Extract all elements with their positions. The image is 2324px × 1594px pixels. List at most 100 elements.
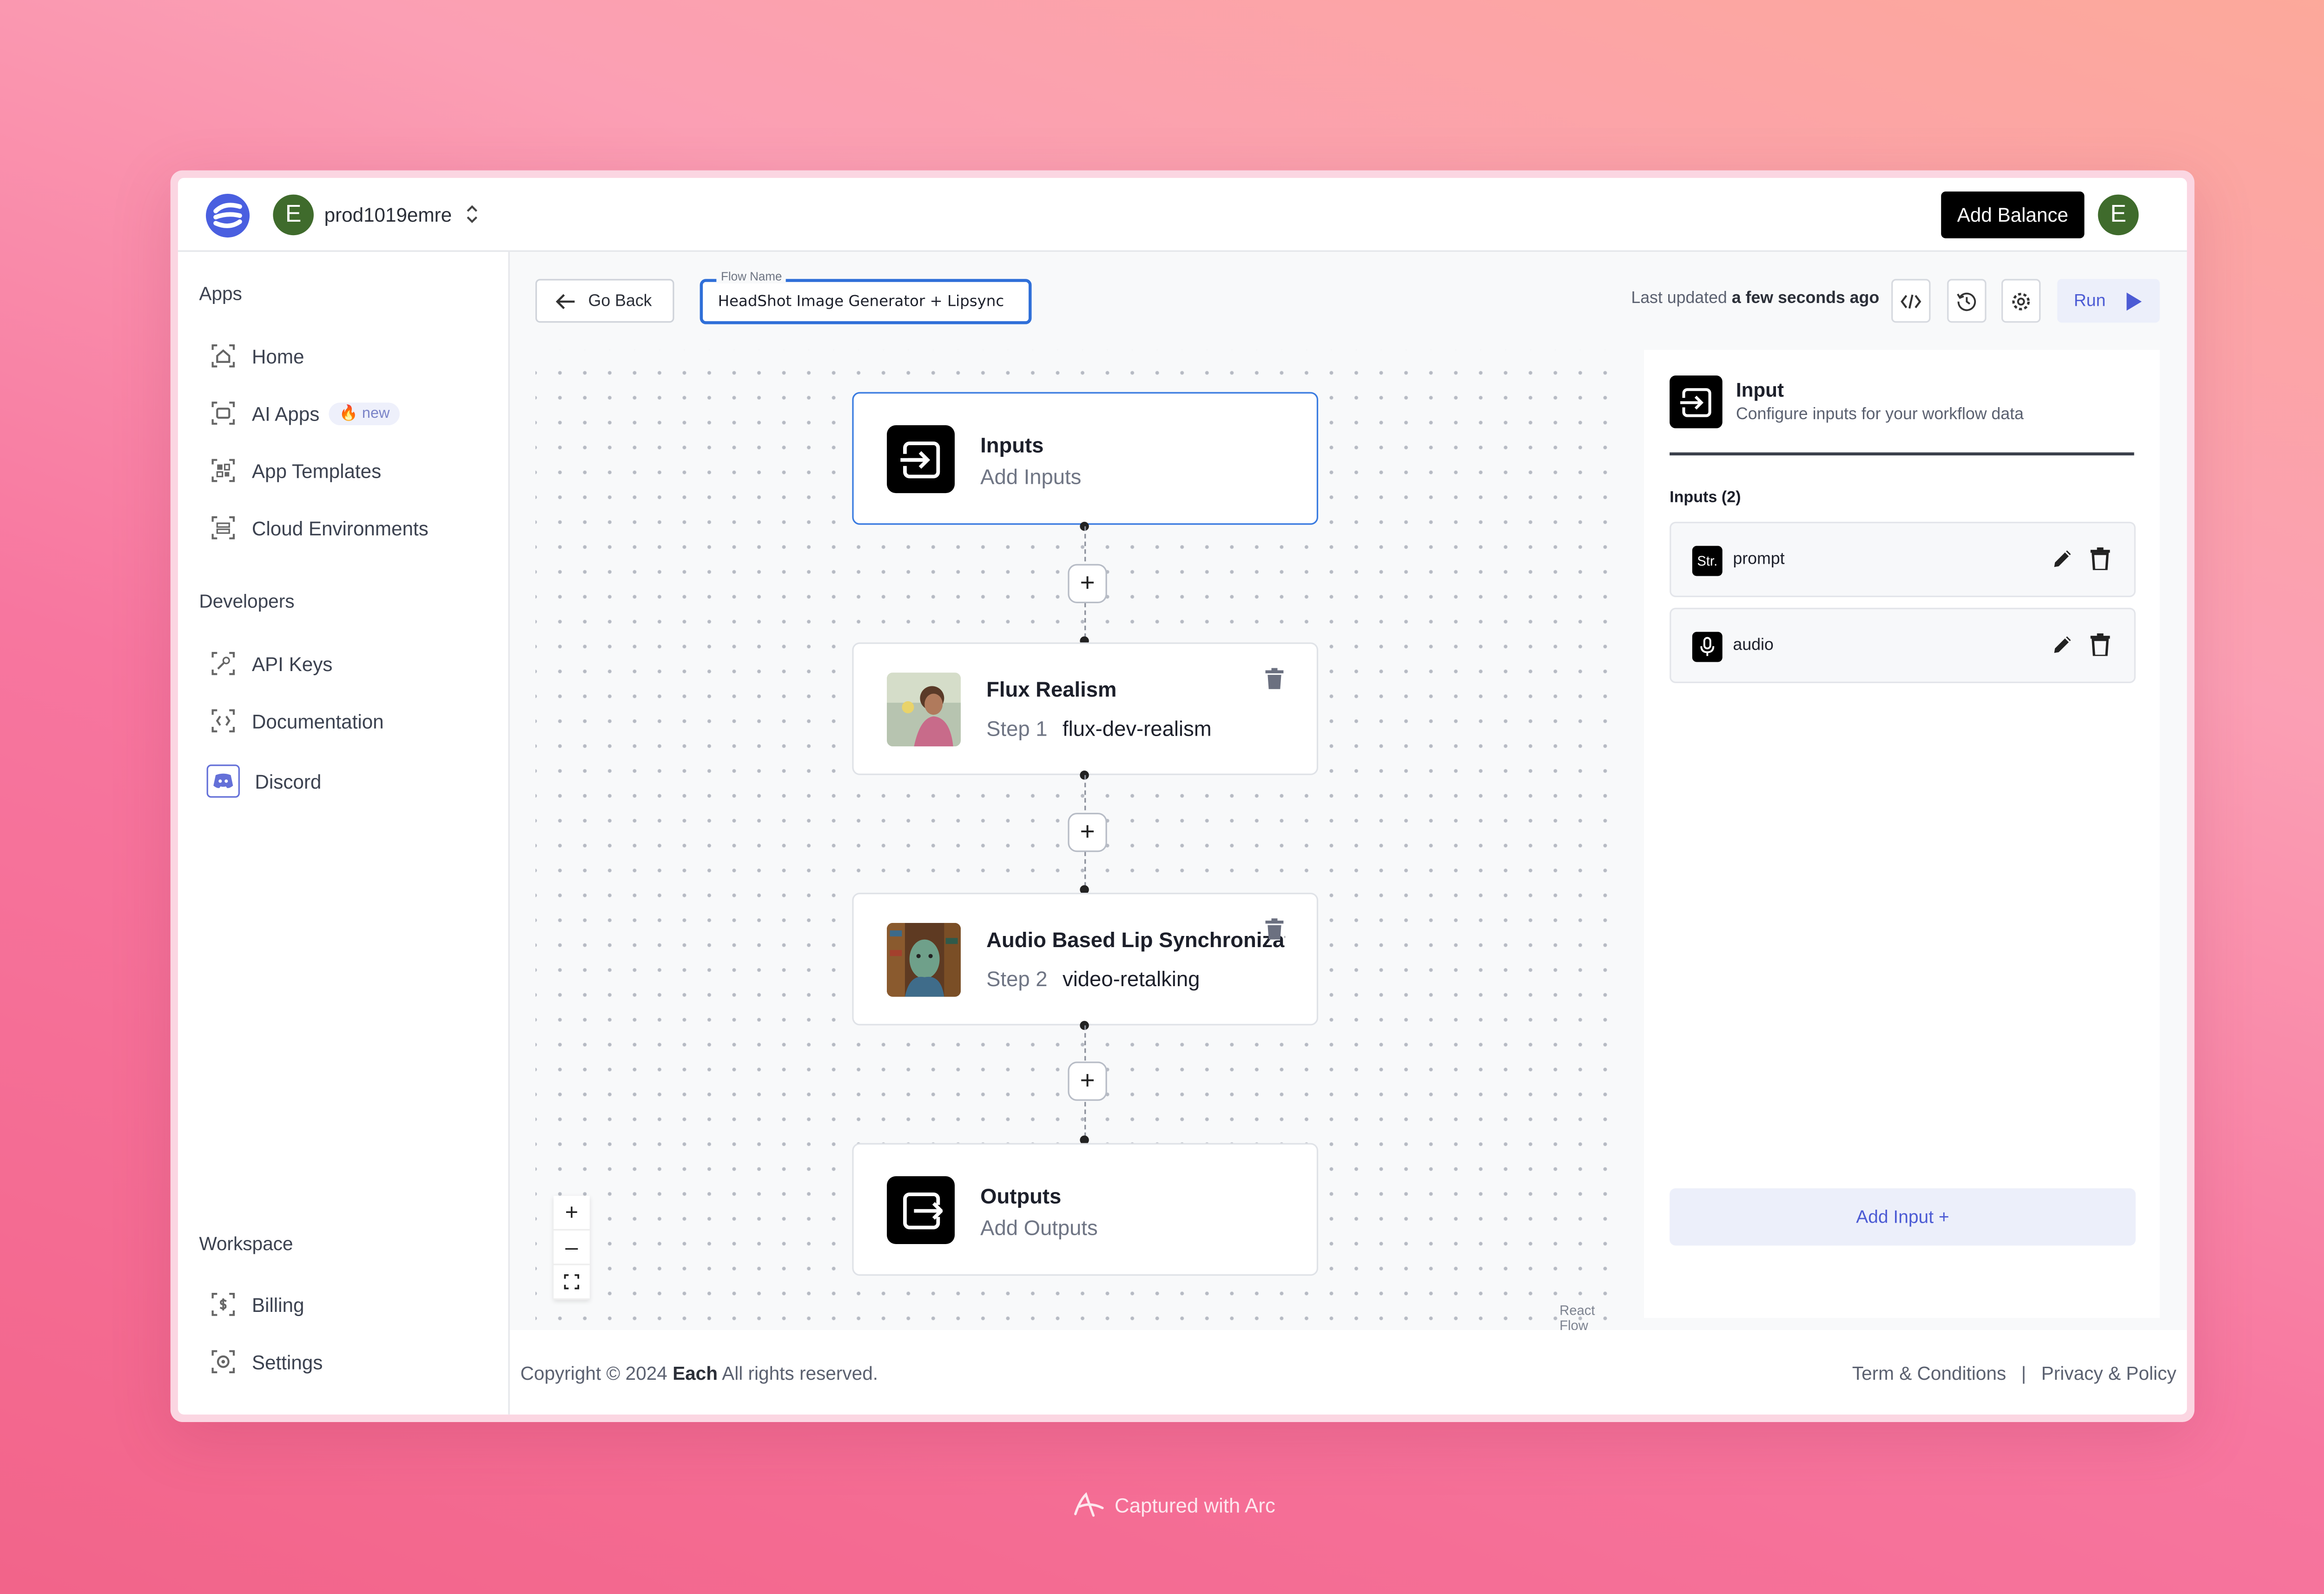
inputs-node[interactable]: Inputs Add Inputs [852,392,1319,525]
play-icon [2126,291,2142,310]
sidebar-item-label: AI Apps [251,402,320,425]
docs-icon [210,707,237,734]
plus-icon: + [1080,817,1095,846]
sidebar-section-developers: Developers [199,591,295,613]
trash-icon[interactable] [2090,547,2110,570]
last-updated-text: Last updated a few seconds ago [1631,290,1879,308]
capture-label: Captured with Arc [1114,1494,1275,1516]
step-node[interactable]: Flux Realism Step 1 flux-dev-realism [852,642,1319,775]
workspace-avatar[interactable]: E [273,194,314,236]
fit-view-icon [564,1274,580,1290]
input-icon [887,425,955,494]
zoom-out-button[interactable]: – [553,1231,590,1265]
add-input-button[interactable]: Add Input + [1670,1188,2136,1246]
code-icon [1901,294,1921,308]
add-step-button[interactable]: + [1068,1061,1107,1101]
plus-icon: + [1080,568,1095,597]
react-flow-attribution[interactable]: React Flow [1559,1303,1621,1333]
arc-capture-caption: Captured with Arc [1072,1491,1275,1518]
history-button[interactable] [1947,279,1987,323]
settings-button[interactable] [2001,279,2041,323]
sidebar-item-documentation[interactable]: Documentation [210,703,384,739]
flux-realism-thumbnail [887,672,961,747]
fire-icon: 🔥 [339,405,358,422]
sidebar-item-label: Documentation [251,709,384,732]
code-button[interactable] [1891,279,1931,323]
terms-link[interactable]: Term & Conditions [1852,1363,2006,1384]
top-bar: E prod1019emre Add Balance E [178,178,2187,252]
sidebar-item-label: Cloud Environments [251,516,429,540]
input-row[interactable]: Str. prompt [1670,521,2136,597]
sidebar-item-billing[interactable]: Billing [210,1286,304,1323]
outputs-node[interactable]: Outputs Add Outputs [852,1143,1319,1276]
step-label: Step 2 [986,966,1048,991]
gear-icon [210,1348,237,1375]
node-subtitle: Add Inputs [980,464,1082,489]
panel-description: Configure inputs for your workflow data [1736,405,2024,424]
add-balance-button[interactable]: Add Balance [1941,191,2085,238]
zoom-controls: + – [553,1196,590,1300]
string-type-icon: Str. [1692,546,1723,576]
ai-apps-icon [210,400,237,427]
sidebar-section-apps: Apps [199,283,242,305]
arc-logo-icon [1074,1492,1104,1517]
add-step-button[interactable]: + [1068,564,1107,603]
flow-name-label: Flow Name [716,270,787,284]
input-name: audio [1733,636,1774,655]
trash-icon[interactable] [1265,668,1284,689]
node-subtitle: Step 2 video-retalking [986,967,1200,991]
pencil-icon[interactable] [2051,547,2074,570]
flow-canvas[interactable]: Inputs Add Inputs + Flux Realism Step 1 f… [535,349,1622,1333]
node-title: Inputs [980,433,1044,457]
run-label: Run [2073,291,2106,310]
run-button[interactable]: Run [2057,279,2160,323]
output-icon [887,1176,955,1245]
microphone-icon [1692,632,1723,662]
sidebar-item-home[interactable]: Home [210,338,304,374]
brand-name: Each [673,1363,718,1384]
app-logo-icon[interactable] [205,193,250,238]
step-node[interactable]: Audio Based Lip Synchronization Step 2 vi… [852,892,1319,1026]
app-root: E prod1019emre Add Balance E Apps Home A… [178,178,2187,1415]
sidebar-item-settings[interactable]: Settings [210,1344,323,1380]
sidebar-item-label: Discord [255,770,322,793]
new-badge: 🔥 new [328,402,401,425]
sidebar-item-cloud-environments[interactable]: Cloud Environments [210,510,429,546]
new-badge-label: new [362,405,390,422]
add-step-button[interactable]: + [1068,813,1107,852]
sidebar-item-label: Home [251,344,304,368]
go-back-label: Go Back [588,291,652,310]
workspace-name[interactable]: prod1019emre [324,204,452,226]
plus-icon: + [1080,1066,1095,1095]
last-updated-prefix: Last updated [1631,290,1727,308]
pencil-icon[interactable] [2051,633,2074,656]
user-avatar[interactable]: E [2098,194,2139,236]
footer-links: Term & Conditions | Privacy & Policy [1852,1363,2177,1384]
footer-separator: | [2021,1363,2027,1384]
input-name: prompt [1733,550,1785,569]
lip-sync-thumbnail [887,922,961,997]
sidebar-item-label: Settings [251,1350,323,1373]
flow-name-field[interactable]: Flow Name [700,270,1032,324]
flow-name-input[interactable] [703,282,1029,322]
zoom-in-button[interactable]: + [553,1196,590,1231]
templates-icon [210,457,237,484]
sidebar-item-ai-apps[interactable]: AI Apps 🔥 new [210,395,401,431]
sidebar-item-app-templates[interactable]: App Templates [210,452,381,488]
chevron-up-down-icon[interactable] [464,202,479,226]
privacy-link[interactable]: Privacy & Policy [2041,1363,2177,1384]
go-back-button[interactable]: Go Back [535,279,674,323]
cloud-icon [210,514,237,541]
sidebar-item-label: Billing [251,1293,304,1316]
panel-title: Input [1736,378,1784,402]
trash-icon[interactable] [2090,633,2110,656]
discord-icon [206,764,240,798]
input-row[interactable]: audio [1670,607,2136,683]
node-subtitle: Step 1 flux-dev-realism [986,716,1211,740]
inputs-count-label: Inputs (2) [1670,488,1741,507]
trash-icon[interactable] [1265,918,1284,940]
sidebar-item-discord[interactable]: Discord [206,763,322,799]
sidebar-item-api-keys[interactable]: API Keys [210,646,332,682]
fit-view-button[interactable] [553,1265,590,1300]
copyright-suffix: All rights reserved. [722,1363,878,1384]
